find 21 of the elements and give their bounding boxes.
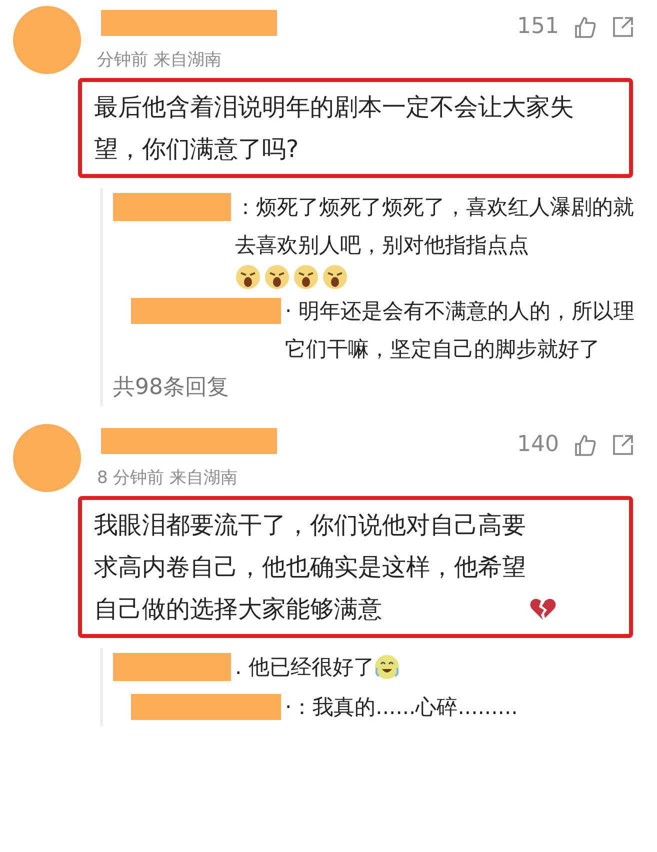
reply-text: · 明年还是会有不满意的人的，所以理它们干嘛，坚定自己的脚步就好了 [285,298,636,363]
comment-text: 最后他含着泪说明年的剧本一定不会让大家失望，你们满意了吗? [94,92,575,165]
comment-text: 我眼泪都要流干了，你们说他对自己高要求高内卷自己，他也确实是这样，他希望自己做的选择大家能够满意 [94,510,527,625]
reply-text: ：烦死了烦死了烦死了，喜欢红人瀑剧的就去喜欢别人吧，别对他指指点点 [235,194,635,259]
reply-text: ·：我真的......心碎......... [285,694,518,721]
reply-text: . 他已经很好了 [235,654,374,681]
view-replies-link[interactable]: 共98条回复 [113,370,649,406]
angry-emoji-icon [264,264,290,290]
share-icon[interactable] [611,14,635,38]
thumbs-up-icon[interactable] [573,432,597,456]
angry-emoji-icon [235,264,261,290]
angry-emoji-icon [293,264,319,290]
share-icon[interactable] [611,432,635,456]
like-count: 140 [517,431,559,459]
angry-emoji-icon [322,264,348,290]
like-count: 151 [517,13,559,41]
comment-meta: 分钟前 来自湖南 [97,49,222,72]
thumbs-up-icon[interactable] [573,14,597,38]
broken-heart-icon [529,596,557,622]
laughing-emoji-icon [374,654,400,680]
comment-meta: 8 分钟前 来自湖南 [97,467,239,490]
